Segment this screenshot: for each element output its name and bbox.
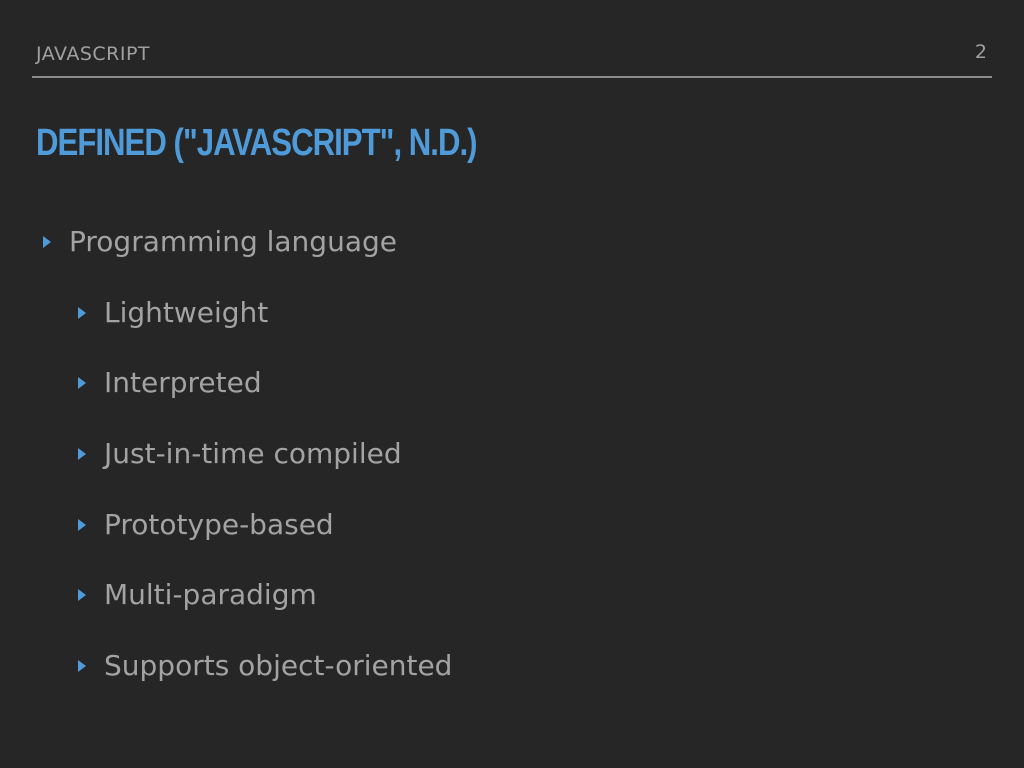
triangle-right-icon	[78, 519, 86, 531]
sub-bullet-item: Lightweight	[78, 295, 268, 331]
sub-bullet-item: Supports object-oriented	[78, 648, 452, 684]
bullet-item-main: Programming language	[43, 224, 397, 260]
triangle-right-icon	[78, 660, 86, 672]
triangle-right-icon	[78, 589, 86, 601]
sub-bullet-item: Just-in-time compiled	[78, 436, 402, 472]
triangle-right-icon	[43, 236, 51, 248]
triangle-right-icon	[78, 377, 86, 389]
sub-bullet-item: Interpreted	[78, 365, 262, 401]
triangle-right-icon	[78, 448, 86, 460]
sub-bullet-text: Lightweight	[104, 296, 269, 329]
sub-bullet-text: Supports object-oriented	[104, 649, 453, 682]
sub-bullet-item: Multi-paradigm	[78, 577, 317, 613]
sub-bullet-text: Multi-paradigm	[104, 578, 317, 611]
header-divider	[32, 76, 992, 78]
sub-bullet-text: Just-in-time compiled	[104, 437, 402, 470]
slide-title: DEFINED ("JAVASCRIPT", N.D.)	[36, 122, 478, 164]
page-number: 2	[974, 41, 987, 63]
sub-bullet-text: Prototype-based	[104, 508, 334, 541]
bullet-text: Programming language	[69, 225, 397, 258]
triangle-right-icon	[78, 307, 86, 319]
sub-bullet-text: Interpreted	[104, 366, 262, 399]
section-label: JAVASCRIPT	[36, 43, 151, 65]
sub-bullet-item: Prototype-based	[78, 507, 334, 543]
slide: JAVASCRIPT 2 DEFINED ("JAVASCRIPT", N.D.…	[0, 0, 1024, 768]
